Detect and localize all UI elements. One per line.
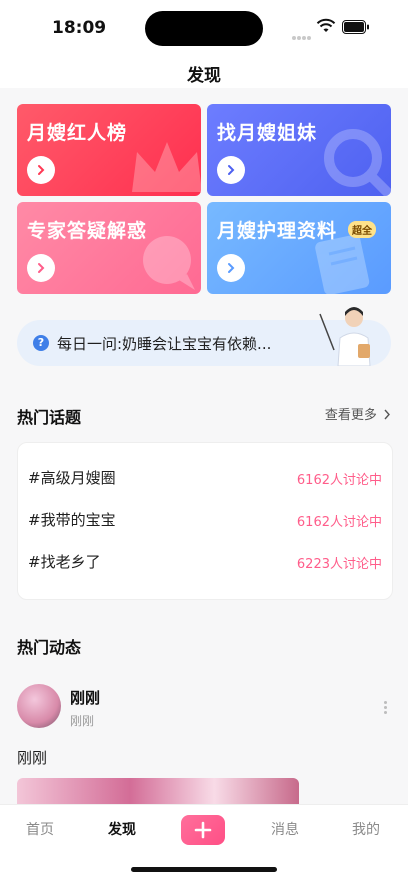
daily-question-text: 每日一问:奶睡会让宝宝有依赖...: [57, 335, 272, 353]
crown-decoration-icon: [132, 142, 201, 192]
card-title: 专家答疑解惑: [27, 220, 148, 242]
doctor-illustration: [319, 307, 371, 366]
tab-discover[interactable]: 发现: [92, 819, 152, 839]
post-image[interactable]: [17, 778, 299, 805]
tab-bar: 首页 发现 消息 我的: [0, 804, 408, 884]
hot-posts-title: 热门动态: [17, 638, 82, 657]
card-arrow-button[interactable]: [217, 156, 245, 184]
card-arrow-button[interactable]: [27, 156, 55, 184]
card-title: 月嫂红人榜: [27, 122, 128, 144]
topic-count: 6223人讨论中: [296, 557, 382, 572]
card-badge: 超全: [348, 221, 376, 238]
post-username[interactable]: 刚刚: [70, 687, 100, 708]
dynamic-island: [145, 11, 263, 46]
wifi-icon: [316, 18, 336, 32]
topic-name: #找老乡了: [28, 553, 101, 571]
card-arrow-button[interactable]: [217, 254, 245, 282]
plus-icon: [194, 821, 212, 839]
battery-icon: [342, 20, 369, 34]
see-more-label: 查看更多: [324, 408, 377, 423]
add-post-button[interactable]: [181, 815, 225, 845]
topic-count: 6162人讨论中: [296, 473, 382, 488]
card-find-nanny[interactable]: 找月嫂姐妹: [207, 104, 391, 196]
tab-messages[interactable]: 消息: [255, 819, 315, 839]
hot-topics-title: 热门话题: [17, 408, 82, 427]
cellular-signal-icon: [292, 25, 312, 40]
chevron-right-icon: [38, 263, 45, 273]
card-arrow-button[interactable]: [27, 254, 55, 282]
navigation-bar: 发现: [0, 58, 408, 88]
page-title: 发现: [187, 66, 221, 86]
topic-row[interactable]: #找老乡了 6223人讨论中: [28, 551, 382, 575]
chevron-right-icon: [228, 165, 235, 175]
card-nanny-ranking[interactable]: 月嫂红人榜: [17, 104, 201, 196]
card-title: 月嫂护理资料: [217, 220, 338, 242]
card-care-materials[interactable]: 月嫂护理资料 超全: [207, 202, 391, 294]
topic-count: 6162人讨论中: [296, 515, 382, 530]
card-title: 找月嫂姐妹: [217, 122, 318, 144]
post-text: 刚刚: [17, 749, 48, 767]
topic-name: #我带的宝宝: [28, 511, 116, 529]
status-time: 18:09: [52, 18, 107, 38]
magnifier-decoration-icon: [324, 129, 391, 196]
avatar[interactable]: [17, 684, 61, 728]
chevron-right-icon: [228, 263, 235, 273]
chevron-right-icon: [38, 165, 45, 175]
tab-profile[interactable]: 我的: [336, 819, 396, 839]
tab-home[interactable]: 首页: [10, 819, 70, 839]
more-options-icon[interactable]: [382, 699, 388, 717]
topic-row[interactable]: #高级月嫂圈 6162人讨论中: [28, 467, 382, 491]
home-indicator: [131, 867, 277, 872]
status-bar: 18:09: [0, 0, 408, 58]
question-icon: ?: [33, 335, 49, 351]
topic-row[interactable]: #我带的宝宝 6162人讨论中: [28, 509, 382, 533]
topic-name: #高级月嫂圈: [28, 469, 116, 487]
see-more-link[interactable]: 查看更多: [325, 404, 391, 423]
chevron-right-icon: [384, 409, 390, 420]
card-expert-qa[interactable]: 专家答疑解惑: [17, 202, 201, 294]
post-timestamp: 刚刚: [70, 714, 95, 728]
hot-topics-list: #高级月嫂圈 6162人讨论中 #我带的宝宝 6162人讨论中 #找老乡了 62…: [17, 442, 393, 600]
